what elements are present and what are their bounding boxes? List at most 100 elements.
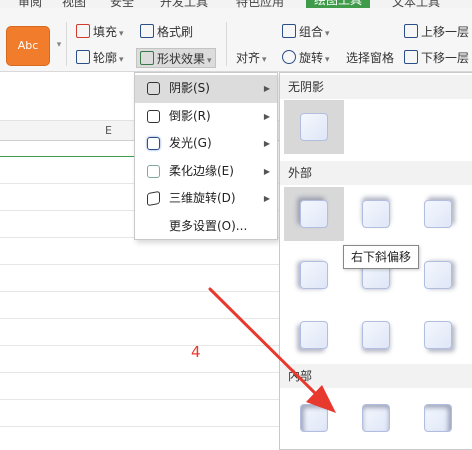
shadow-preview-icon: [300, 113, 328, 141]
shape-effects-menu: 阴影(S) ▶ 倒影(R) ▶ 发光(G) ▶ 柔化边缘(E) ▶ 三维旋转(D…: [134, 72, 278, 240]
send-backward-button[interactable]: 下移一层: [404, 48, 469, 68]
shape-effects-icon: [140, 51, 154, 65]
shadow-preview-icon: [300, 404, 328, 432]
tab-text-tools[interactable]: 文本工具: [392, 0, 440, 8]
format-painter-icon: [140, 24, 154, 38]
tab-review[interactable]: 审阅: [18, 0, 42, 8]
shadow-option-outer-top-left[interactable]: [284, 187, 344, 241]
step-number-annotation: 4: [191, 343, 201, 361]
bring-forward-label: 上移一层: [421, 25, 470, 39]
format-painter-label: 格式刷: [157, 25, 194, 39]
shadow-option-outer-top-right[interactable]: [408, 187, 468, 241]
shadow-option-outer-top[interactable]: [346, 187, 406, 241]
chevron-down-icon: ▾: [325, 55, 330, 65]
selection-pane-label: 选择窗格: [346, 51, 395, 65]
no-shadow-option[interactable]: [284, 100, 344, 154]
submenu-arrow-icon: ▶: [263, 111, 270, 121]
shadow-option-outer-bottom[interactable]: [346, 308, 406, 362]
shadow-preview-icon: [362, 321, 390, 349]
chevron-down-icon: ▾: [119, 29, 124, 39]
shadow-option-outer-bottom-right[interactable]: [408, 308, 468, 362]
style-gallery-more-icon[interactable]: ▾: [54, 40, 64, 54]
shadow-icon: [147, 82, 160, 95]
ribbon: Abc ▾ 填充 ▾ 格式刷 轮廓 ▾ 形状效果 ▾ 对齐 ▾ 组合 ▾ 旋转 ▾ 选择窗格…: [0, 8, 472, 72]
glow-icon: [147, 137, 160, 150]
align-label: 对齐: [236, 51, 261, 65]
menu-bar: 审阅 视图 安全 开发工具 特色应用 绘图工具 文本工具: [0, 0, 472, 8]
selected-cell-border: [0, 156, 140, 157]
soft-edges-icon: [147, 164, 160, 178]
rotate-icon: [282, 50, 296, 64]
shape-effects-label: 形状效果: [157, 52, 206, 66]
tab-developer[interactable]: 开发工具: [160, 0, 208, 8]
3d-rotation-icon: [147, 190, 160, 207]
bring-forward-icon: [404, 24, 418, 38]
chevron-down-icon: ▾: [262, 55, 267, 65]
rotate-label: 旋转: [299, 51, 324, 65]
tab-view[interactable]: 视图: [62, 0, 86, 8]
shadow-option-outer-left[interactable]: [284, 248, 344, 302]
selection-pane-button[interactable]: 选择窗格: [346, 48, 394, 68]
shadow-preview-icon: [300, 261, 328, 289]
shadow-option-inner-top-right[interactable]: [408, 391, 468, 445]
tab-security[interactable]: 安全: [110, 0, 134, 8]
submenu-arrow-icon: ▶: [263, 166, 270, 176]
align-button[interactable]: 对齐 ▾: [236, 48, 267, 68]
outline-icon: [76, 50, 90, 64]
outline-button[interactable]: 轮廓 ▾: [76, 48, 124, 68]
menu-item-label: 发光(G): [169, 136, 212, 150]
menu-item-soft-edges[interactable]: 柔化边缘(E) ▶: [135, 158, 277, 186]
menu-item-more-settings[interactable]: 更多设置(O)...: [135, 213, 277, 241]
send-backward-label: 下移一层: [421, 51, 470, 65]
menu-item-label: 三维旋转(D): [169, 191, 236, 205]
no-shadow-heading: 无阴影: [280, 75, 472, 99]
ribbon-separator: [66, 22, 67, 66]
shape-style-preview[interactable]: Abc: [6, 26, 50, 66]
menu-item-3d-rotation[interactable]: 三维旋转(D) ▶: [135, 185, 277, 213]
shadow-preview-icon: [362, 200, 390, 228]
group-label: 组合: [299, 25, 324, 39]
bring-forward-button[interactable]: 上移一层: [404, 22, 469, 42]
submenu-arrow-icon: ▶: [263, 139, 270, 148]
menu-item-label: 柔化边缘(E): [169, 163, 234, 178]
menu-item-reflection[interactable]: 倒影(R) ▶: [135, 103, 277, 131]
shadow-option-tooltip: 右下斜偏移: [343, 245, 420, 269]
shadow-preview-icon: [424, 404, 452, 432]
menu-item-glow[interactable]: 发光(G) ▶: [135, 130, 277, 158]
chevron-down-icon: ▾: [325, 29, 330, 39]
reflection-icon: [147, 109, 160, 123]
shadow-preview-icon: [362, 404, 390, 432]
tab-features[interactable]: 特色应用: [236, 0, 284, 8]
chevron-down-icon: ▾: [207, 56, 212, 66]
column-label-e[interactable]: E: [105, 124, 112, 137]
submenu-arrow-icon: ▶: [263, 84, 270, 93]
shadow-preview-icon: [424, 200, 452, 228]
shadow-preview-icon: [424, 321, 452, 349]
shadow-option-inner-top[interactable]: [346, 391, 406, 445]
menu-item-shadow[interactable]: 阴影(S) ▶: [135, 75, 277, 103]
send-backward-icon: [404, 50, 418, 64]
shadow-preview-icon: [424, 261, 452, 289]
menu-item-label: 更多设置(O)...: [169, 218, 248, 233]
inner-shadow-heading: 内部: [280, 364, 472, 388]
group-icon: [282, 24, 296, 38]
format-painter-button[interactable]: 格式刷: [140, 22, 193, 42]
outer-shadow-heading: 外部: [280, 161, 472, 185]
fill-button[interactable]: 填充 ▾: [76, 22, 124, 42]
outline-label: 轮廓: [93, 51, 118, 65]
chevron-down-icon: ▾: [119, 55, 124, 65]
rotate-button[interactable]: 旋转 ▾: [282, 48, 330, 68]
fill-icon: [76, 24, 90, 38]
ribbon-separator: [226, 22, 227, 66]
shape-effects-button[interactable]: 形状效果 ▾: [136, 48, 216, 68]
shadow-preview-icon: [300, 200, 328, 228]
shadow-option-inner-top-left[interactable]: [284, 391, 344, 445]
group-button[interactable]: 组合 ▾: [282, 22, 330, 42]
shadow-option-outer-bottom-left[interactable]: [284, 308, 344, 362]
shadow-preview-icon: [300, 321, 328, 349]
menu-item-label: 倒影(R): [169, 108, 211, 123]
fill-label: 填充: [93, 25, 118, 39]
tab-drawing-tools[interactable]: 绘图工具: [306, 0, 371, 8]
submenu-arrow-icon: ▶: [263, 194, 270, 203]
menu-item-label: 阴影(S): [169, 81, 210, 95]
